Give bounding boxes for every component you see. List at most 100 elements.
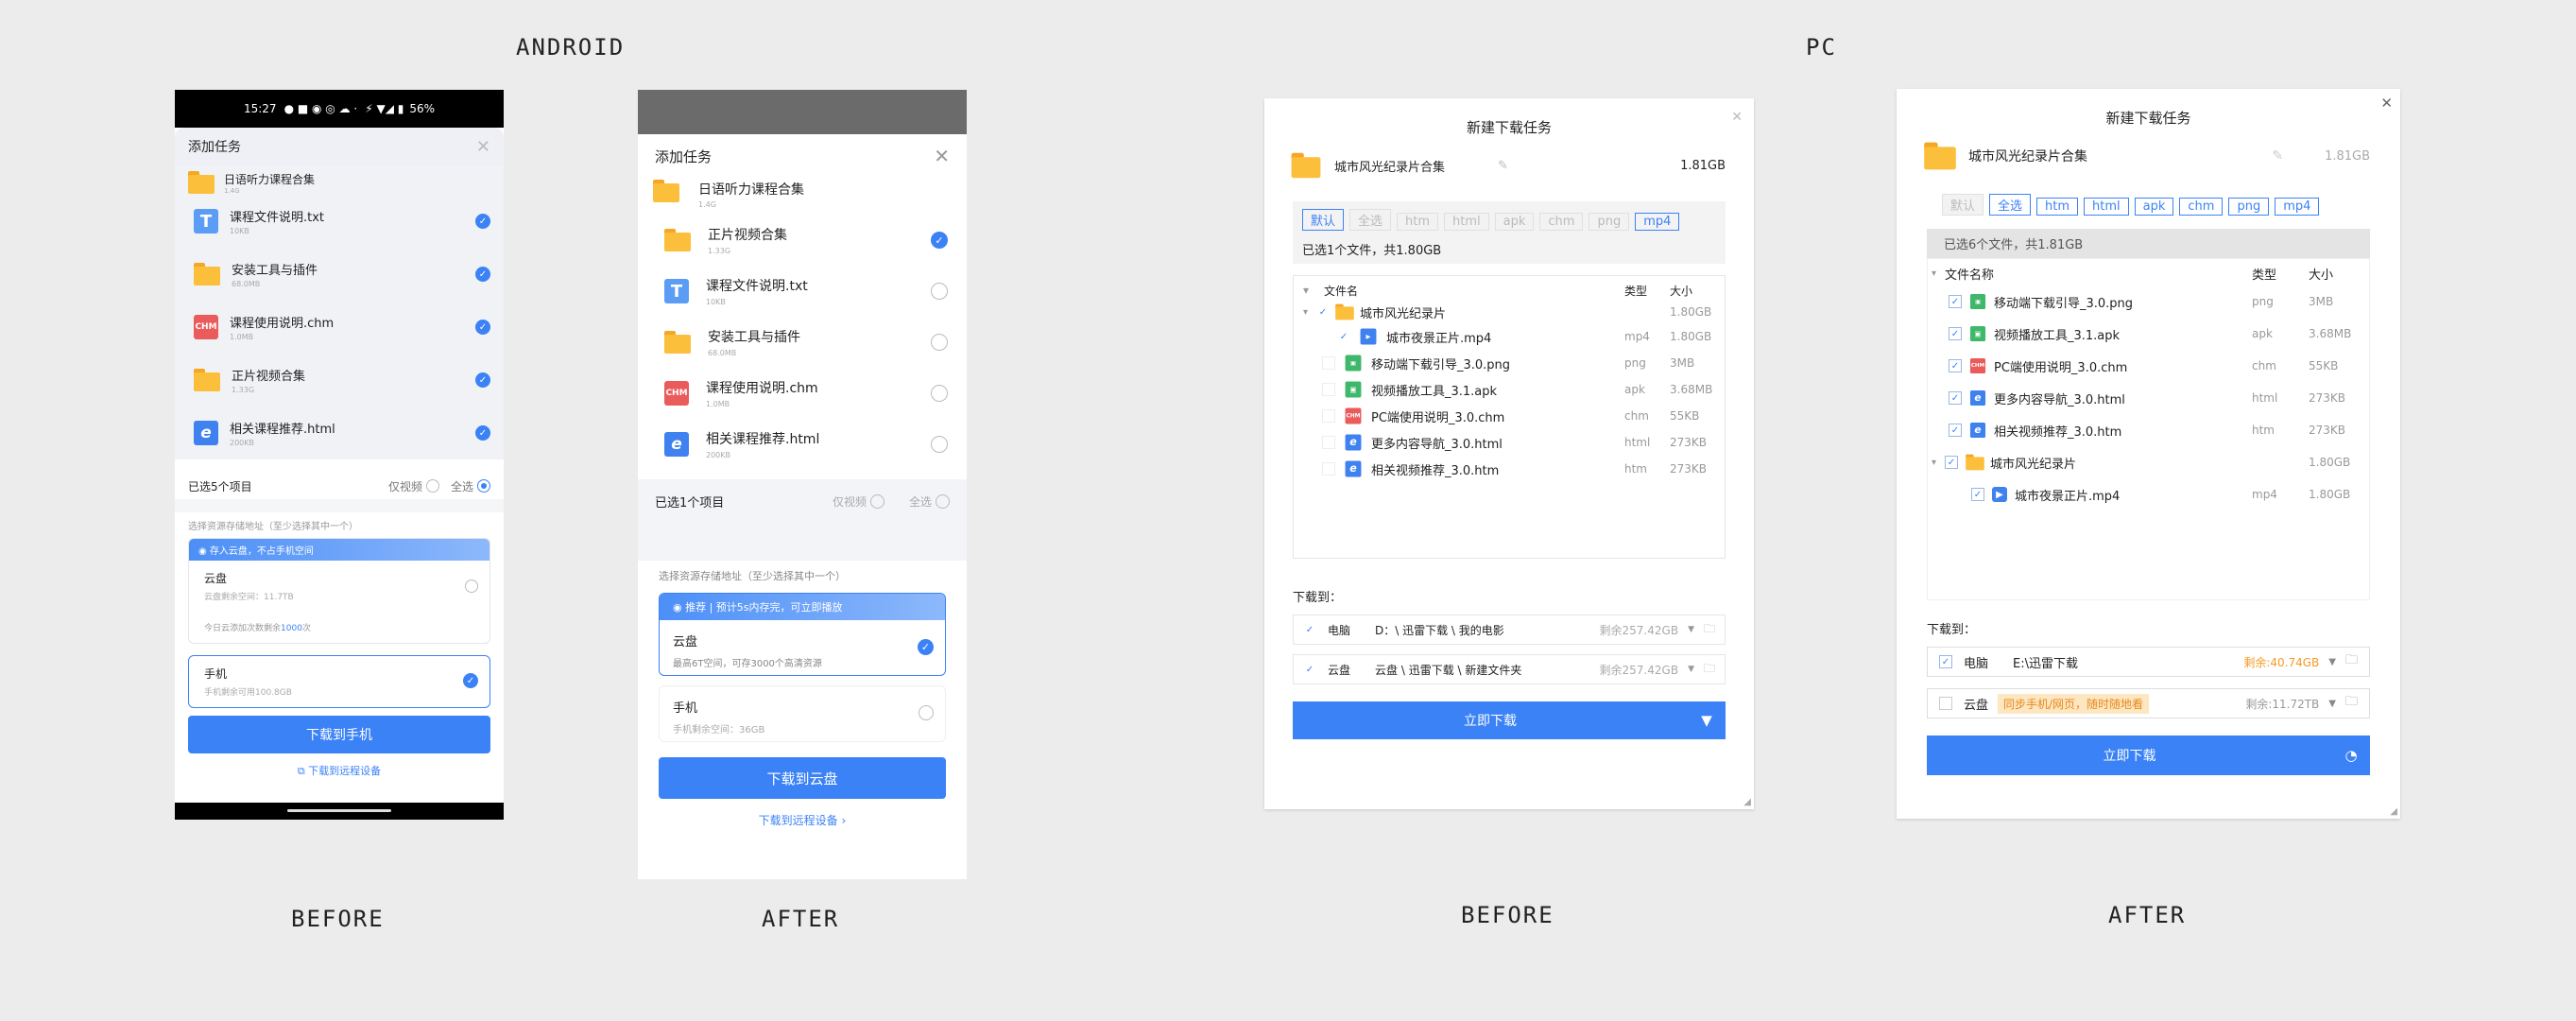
remote-download-link[interactable]: 下载到远程设备 › [638, 812, 967, 828]
check-icon[interactable]: ✓ [931, 232, 948, 249]
folder-open-icon[interactable]: 🗀 [1704, 620, 1715, 640]
file-row[interactable]: CHM 课程使用说明.chm 1.0MB [638, 368, 967, 419]
filter-tag[interactable]: 全选 [1989, 194, 2032, 216]
collapse-icon[interactable]: ▾ [1303, 284, 1324, 297]
filter-tag[interactable]: apk [2134, 198, 2174, 216]
cloud-option[interactable]: ◉ 存入云盘，不占手机空间 云盘 云盘剩余空间：11.7TB 今日云添加次数剩余… [188, 538, 490, 644]
destination-pc[interactable]: ✓ 电脑 E:\迅雷下载 剩余:40.74GB ▼ 🗀 [1927, 647, 2370, 677]
filter-tag[interactable]: png [1589, 213, 1630, 231]
expand-icon[interactable]: ▾ [1932, 458, 1945, 468]
file-row[interactable]: T 课程文件说明.txt 10KB ✓ [175, 195, 504, 248]
filter-tag[interactable]: mp4 [1635, 213, 1680, 231]
download-to-phone-button[interactable]: 下载到手机 [188, 716, 490, 753]
file-row[interactable]: ✓ ▣ 视频播放工具_3.1.apk apk 3.68MB [1932, 318, 2365, 350]
unchecked-radio[interactable] [931, 436, 948, 453]
folder-open-icon[interactable]: 🗀 [2345, 651, 2358, 672]
file-row[interactable]: 安装工具与插件 68.0MB [638, 317, 967, 368]
chevron-down-icon[interactable]: ▼ [2328, 657, 2336, 667]
file-checkbox[interactable] [1322, 383, 1335, 396]
folder-open-icon[interactable]: 🗀 [2345, 693, 2358, 714]
unchecked-radio[interactable] [931, 334, 948, 351]
phone-option[interactable]: 手机 手机剩余可用100.8GB ✓ [188, 655, 490, 708]
cloud-radio[interactable] [465, 580, 478, 593]
file-row[interactable]: ✓ CHM PC端使用说明_3.0.chm chm 55KB [1932, 350, 2365, 382]
download-now-button[interactable]: 立即下载 [1927, 735, 2332, 775]
phone-radio[interactable] [919, 705, 934, 720]
only-video-radio[interactable] [425, 479, 439, 493]
file-checkbox[interactable]: ✓ [1949, 359, 1962, 372]
filter-tag[interactable]: chm [2179, 198, 2224, 216]
close-icon[interactable]: ✕ [934, 145, 950, 167]
download-now-button[interactable]: 立即下载 [1293, 701, 1688, 739]
file-row[interactable]: ✓ e 相关视频推荐_3.0.htm htm 273KB [1932, 414, 2365, 446]
filter-tag[interactable]: html [1444, 213, 1489, 231]
file-row[interactable]: CHM 课程使用说明.chm 1.0MB ✓ [175, 301, 504, 354]
check-icon[interactable]: ✓ [475, 320, 490, 335]
chevron-down-icon[interactable]: ▼ [2328, 699, 2336, 709]
file-checkbox[interactable]: ✓ [1949, 327, 1962, 340]
close-icon[interactable]: ✕ [2380, 95, 2393, 112]
cloud-radio[interactable]: ✓ [918, 639, 934, 655]
file-row[interactable]: e 相关课程推荐.html 200KB ✓ [175, 407, 504, 459]
destination-checkbox[interactable]: ✓ [1303, 623, 1316, 636]
collapse-icon[interactable]: ▾ [1932, 268, 1945, 279]
folder-checkbox[interactable]: ✓ [1945, 456, 1958, 469]
remote-download-link[interactable]: ⧉ 下载到远程设备 [175, 763, 504, 778]
destination-row[interactable]: ✓ 电脑 D：\ 迅雷下载 \ 我的电影 剩余257.42GB ▼ 🗀 [1293, 614, 1726, 645]
file-row[interactable]: ✓ ▣ 移动端下载引导_3.0.png png 3MB [1932, 286, 2365, 318]
file-checkbox[interactable] [1322, 356, 1335, 370]
check-icon[interactable]: ✓ [475, 214, 490, 229]
expand-icon[interactable]: ▾ [1303, 307, 1316, 318]
file-row[interactable]: ▣ 视频播放工具_3.1.apk apk 3.68MB [1303, 376, 1715, 403]
phone-option[interactable]: 手机 手机剩余空间：36GB [659, 685, 946, 742]
file-row[interactable]: 正片视频合集 1.33G ✓ [638, 215, 967, 266]
only-video-radio[interactable] [869, 493, 884, 509]
select-all-radio[interactable] [936, 493, 950, 509]
schedule-icon[interactable]: ◔ [2332, 735, 2370, 775]
destination-cloud[interactable]: 云盘 同步手机/网页，随时随地看 剩余:11.72TB ▼ 🗀 [1927, 688, 2370, 718]
download-to-cloud-button[interactable]: 下载到云盘 [659, 757, 946, 799]
unchecked-radio[interactable] [931, 283, 948, 300]
file-row[interactable]: e 相关视频推荐_3.0.htm htm 273KB [1303, 456, 1715, 482]
check-icon[interactable]: ✓ [475, 372, 490, 388]
pc-checkbox[interactable]: ✓ [1939, 655, 1952, 668]
phone-radio[interactable]: ✓ [463, 673, 478, 688]
check-icon[interactable]: ✓ [475, 425, 490, 441]
chevron-down-icon[interactable]: ▼ [1688, 665, 1694, 674]
chevron-down-icon[interactable]: ▼ [1688, 625, 1694, 634]
filter-tag[interactable]: mp4 [2275, 198, 2320, 216]
edit-icon[interactable]: ✎ [1498, 159, 1508, 173]
resize-grip-icon[interactable]: ◢ [1743, 797, 1751, 807]
file-row[interactable]: e 更多内容导航_3.0.html html 273KB [1303, 429, 1715, 456]
filter-tag[interactable]: htm [2036, 198, 2079, 216]
folder-row[interactable]: ▾ ✓ 城市风光纪录片 1.80GB [1932, 446, 2365, 478]
cloud-option[interactable]: ◉ 推荐 | 预计5s内存完，可立即播放 云盘 最高6T空间，可存3000个高清… [659, 593, 946, 676]
filter-tag[interactable]: apk [1494, 213, 1535, 231]
file-checkbox[interactable]: ✓ [1949, 391, 1962, 405]
filter-tag[interactable]: png [2228, 198, 2270, 216]
chevron-down-icon[interactable]: ▼ [1688, 701, 1726, 739]
file-row[interactable]: ✓ ▶ 城市夜景正片.mp4 mp4 1.80GB [1303, 323, 1715, 350]
file-checkbox[interactable]: ✓ [1337, 330, 1350, 343]
file-row[interactable]: 正片视频合集 1.33G ✓ [175, 354, 504, 407]
file-row[interactable]: e 相关课程推荐.html 200KB [638, 419, 967, 470]
file-row[interactable]: T 课程文件说明.txt 10KB [638, 266, 967, 317]
file-checkbox[interactable]: ✓ [1949, 295, 1962, 308]
select-all-radio[interactable] [477, 479, 490, 493]
destination-checkbox[interactable]: ✓ [1303, 663, 1316, 676]
check-icon[interactable]: ✓ [475, 267, 490, 282]
file-row[interactable]: 安装工具与插件 68.0MB ✓ [175, 248, 504, 301]
resize-grip-icon[interactable]: ◢ [2390, 806, 2397, 817]
filter-tag[interactable]: 默认 [1302, 209, 1345, 231]
filter-tag[interactable]: htm [1397, 213, 1439, 231]
file-checkbox[interactable] [1322, 409, 1335, 423]
file-row[interactable]: CHM PC端使用说明_3.0.chm chm 55KB [1303, 403, 1715, 429]
folder-row[interactable]: ▾ ✓ 城市风光纪录片 1.80GB [1303, 301, 1715, 323]
filter-tag[interactable]: html [2084, 198, 2129, 216]
unchecked-radio[interactable] [931, 385, 948, 402]
file-checkbox[interactable]: ✓ [1949, 424, 1962, 437]
filter-tag[interactable]: 全选 [1349, 209, 1392, 231]
file-row[interactable]: ▣ 移动端下载引导_3.0.png png 3MB [1303, 350, 1715, 376]
file-row[interactable]: ✓ e 更多内容导航_3.0.html html 273KB [1932, 382, 2365, 414]
file-checkbox[interactable] [1322, 436, 1335, 449]
